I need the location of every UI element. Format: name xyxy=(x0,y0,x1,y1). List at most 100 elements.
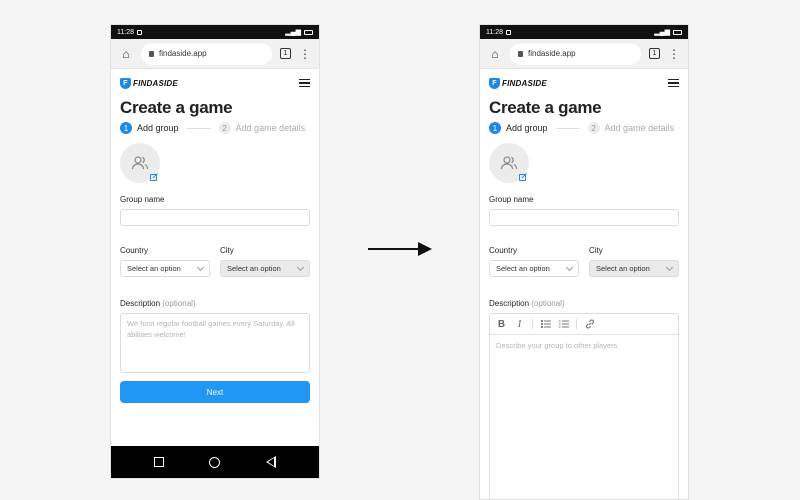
users-icon xyxy=(500,156,518,170)
url-bar[interactable]: findaside.app xyxy=(510,42,641,65)
arrow-right-icon xyxy=(368,242,432,256)
lock-icon xyxy=(137,29,142,35)
description-label-text: Description xyxy=(120,299,161,308)
optional-tag: (optional) xyxy=(531,299,565,308)
description-textarea[interactable]: We host regular football games every Sat… xyxy=(120,313,310,373)
group-avatar-upload[interactable] xyxy=(489,143,529,183)
link-icon[interactable] xyxy=(584,319,595,330)
lock-icon xyxy=(506,29,511,35)
country-select[interactable]: Select an option xyxy=(120,260,210,277)
hamburger-menu-icon[interactable] xyxy=(668,79,679,87)
site-header: F FINDASIDE xyxy=(120,72,310,94)
group-name-input[interactable] xyxy=(120,209,310,226)
page-title: Create a game xyxy=(120,98,233,117)
country-select-value: Select an option xyxy=(496,264,550,273)
toolbar-divider xyxy=(532,319,533,329)
users-icon xyxy=(131,156,149,170)
battery-icon xyxy=(673,29,682,35)
url-text: findaside.app xyxy=(159,49,207,58)
stepper: 1 Add group 2 Add game details xyxy=(120,122,310,134)
signal-icon: ▂▄▆ xyxy=(285,29,301,36)
numbered-list-icon[interactable] xyxy=(558,319,569,330)
home-icon[interactable]: ⌂ xyxy=(488,47,502,61)
recents-icon[interactable] xyxy=(153,457,164,467)
step-2-label: Add game details xyxy=(235,123,306,133)
next-button[interactable]: Next xyxy=(120,381,310,403)
optional-tag: (optional) xyxy=(162,299,196,308)
group-name-label: Group name xyxy=(489,195,534,204)
more-menu-icon[interactable]: ⋮ xyxy=(668,48,680,60)
city-select[interactable]: Select an option xyxy=(589,260,679,277)
country-select-value: Select an option xyxy=(127,264,181,273)
browser-bar: ⌂ findaside.app 1 ⋮ xyxy=(111,39,319,69)
lock-icon xyxy=(149,50,154,57)
city-select[interactable]: Select an option xyxy=(220,260,310,277)
step-divider xyxy=(186,127,211,129)
description-label: Description (optional) xyxy=(489,299,679,308)
status-bar: 11:28 ▂▄▆ xyxy=(111,25,319,39)
chevron-down-icon xyxy=(565,263,574,271)
step-2-number: 2 xyxy=(218,122,231,134)
step-1-number: 1 xyxy=(120,122,132,134)
group-avatar-upload[interactable] xyxy=(120,143,160,183)
step-divider xyxy=(555,127,580,129)
stepper: 1 Add group 2 Add game details xyxy=(489,122,679,134)
city-label: City xyxy=(589,246,603,255)
city-label: City xyxy=(220,246,234,255)
editor-body[interactable]: Describe your group to other players xyxy=(490,335,678,356)
phone-before: 11:28 ▂▄▆ ⌂ findaside.app 1 ⋮ F FINDASID… xyxy=(110,24,320,479)
status-time: 11:28 xyxy=(486,28,503,36)
signal-icon: ▂▄▆ xyxy=(654,29,670,36)
phone-after: 11:28 ▂▄▆ ⌂ findaside.app 1 ⋮ F FINDASID… xyxy=(479,24,689,500)
editor-toolbar: B I xyxy=(490,314,678,335)
city-select-value: Select an option xyxy=(227,264,281,273)
status-bar: 11:28 ▂▄▆ xyxy=(480,25,688,39)
description-placeholder: Describe your group to other players xyxy=(496,341,618,350)
more-menu-icon[interactable]: ⋮ xyxy=(299,48,311,60)
edit-icon[interactable] xyxy=(519,173,527,181)
toolbar-divider xyxy=(576,319,577,329)
logo[interactable]: F FINDASIDE xyxy=(489,77,547,89)
lock-icon xyxy=(518,50,523,57)
country-label: Country xyxy=(489,246,518,255)
description-label: Description (optional) xyxy=(120,299,310,308)
country-select[interactable]: Select an option xyxy=(489,260,579,277)
tab-count-button[interactable]: 1 xyxy=(280,48,291,59)
bullet-list-icon[interactable] xyxy=(540,319,551,330)
home-nav-icon[interactable] xyxy=(209,456,221,468)
logo[interactable]: F FINDASIDE xyxy=(120,77,178,89)
tab-count-button[interactable]: 1 xyxy=(649,48,660,59)
url-text: findaside.app xyxy=(528,49,576,58)
step-1-number: 1 xyxy=(489,122,501,134)
home-icon[interactable]: ⌂ xyxy=(119,47,133,61)
logo-text: FINDASIDE xyxy=(133,78,178,88)
logo-text: FINDASIDE xyxy=(502,78,547,88)
url-bar[interactable]: findaside.app xyxy=(141,42,272,65)
city-select-value: Select an option xyxy=(596,264,650,273)
logo-mark: F xyxy=(120,77,131,89)
step-2-number: 2 xyxy=(587,122,600,134)
browser-bar: ⌂ findaside.app 1 ⋮ xyxy=(480,39,688,69)
bold-button[interactable]: B xyxy=(496,319,507,330)
chevron-down-icon xyxy=(296,263,305,271)
hamburger-menu-icon[interactable] xyxy=(299,79,310,87)
site-header: F FINDASIDE xyxy=(489,72,679,94)
status-time: 11:28 xyxy=(117,28,134,36)
italic-button[interactable]: I xyxy=(514,319,525,330)
page-title: Create a game xyxy=(489,98,602,117)
chevron-down-icon xyxy=(665,263,674,271)
chevron-down-icon xyxy=(196,263,205,271)
description-placeholder: We host regular football games every Sat… xyxy=(127,319,295,339)
step-2-label: Add game details xyxy=(604,123,675,133)
android-nav-bar xyxy=(111,446,319,478)
country-label: Country xyxy=(120,246,149,255)
step-1-label: Add group xyxy=(506,123,548,133)
rich-text-editor[interactable]: B I Describe your group to other players xyxy=(489,313,679,499)
description-label-text: Description xyxy=(489,299,530,308)
battery-icon xyxy=(304,29,313,35)
back-icon[interactable] xyxy=(266,456,277,468)
step-1-label: Add group xyxy=(137,123,179,133)
logo-mark: F xyxy=(489,77,500,89)
group-name-input[interactable] xyxy=(489,209,679,226)
edit-icon[interactable] xyxy=(150,173,158,181)
